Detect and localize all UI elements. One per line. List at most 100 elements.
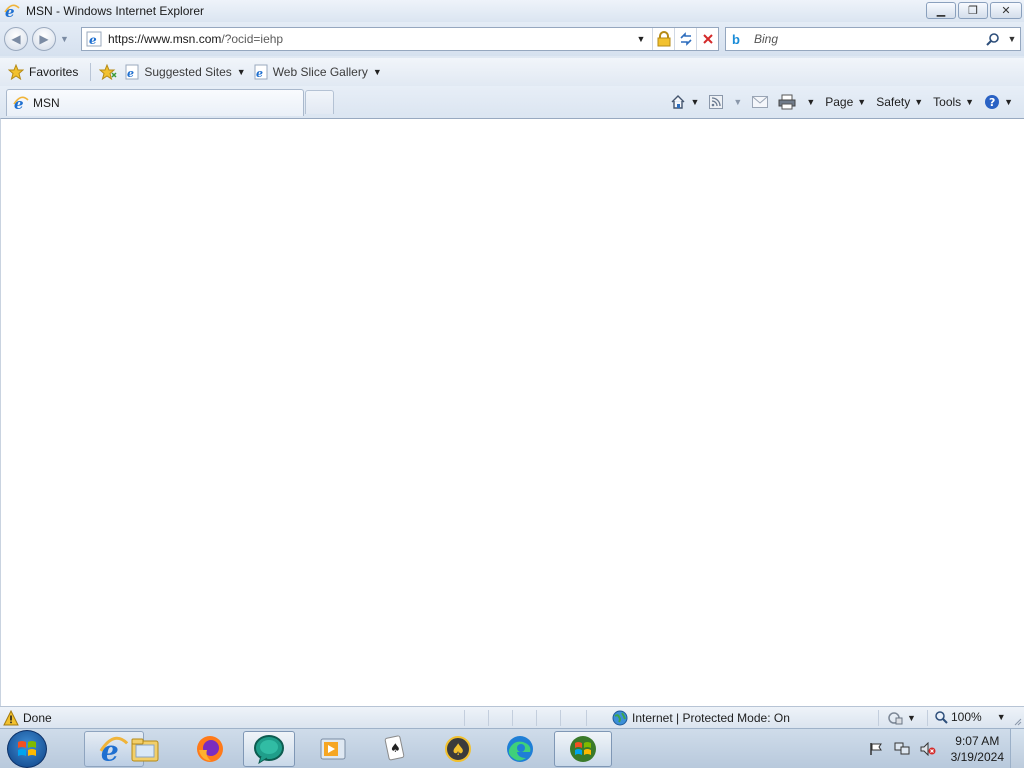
url-text[interactable]: https://www.msn.com/?ocid=iehp bbox=[108, 32, 630, 46]
rss-feed-icon bbox=[709, 95, 724, 109]
add-to-favorites-bar-button[interactable] bbox=[99, 64, 117, 80]
show-desktop-button[interactable] bbox=[1010, 729, 1024, 768]
command-bar: ▼ ▼ ▼ Page ▼ Safety ▼ Tools ▼ ? ▼ bbox=[667, 92, 1016, 112]
chevron-down-icon[interactable]: ▼ bbox=[733, 97, 742, 107]
security-zone[interactable]: Internet | Protected Mode: On bbox=[612, 710, 790, 726]
minimize-button[interactable]: ▁ bbox=[926, 2, 956, 19]
folder-icon bbox=[131, 738, 159, 762]
chevron-down-icon[interactable]: ▼ bbox=[690, 97, 699, 107]
forward-arrow-icon: ▶ bbox=[39, 32, 49, 46]
chevron-down-icon: ▼ bbox=[907, 713, 916, 723]
close-button[interactable]: ✕ bbox=[990, 2, 1022, 19]
tab-row: e MSN ▼ ▼ ▼ Page ▼ Safety ▼ Tools ▼ ? ▼ bbox=[0, 86, 1024, 118]
chevron-down-icon: ▼ bbox=[857, 97, 867, 107]
suggested-sites-link[interactable]: e Suggested Sites ▼ bbox=[125, 64, 246, 80]
back-button[interactable]: ◀ bbox=[4, 27, 28, 51]
search-input[interactable]: Bing bbox=[754, 32, 982, 46]
svg-text:e: e bbox=[89, 33, 97, 47]
web-slice-gallery-link[interactable]: e Web Slice Gallery ▼ bbox=[254, 64, 382, 80]
status-divider bbox=[586, 710, 587, 726]
taskbar-media-player[interactable] bbox=[305, 731, 361, 767]
restore-button[interactable]: ❐ bbox=[958, 2, 988, 19]
favorites-button[interactable]: Favorites bbox=[8, 64, 78, 80]
address-bar[interactable]: e https://www.msn.com/?ocid=iehp ▼ bbox=[81, 27, 719, 51]
feeds-button[interactable]: ▼ bbox=[706, 92, 745, 112]
security-lock-button[interactable] bbox=[652, 28, 674, 50]
clock-date: 3/19/2024 bbox=[950, 750, 1004, 764]
safety-menu[interactable]: Safety ▼ bbox=[873, 92, 926, 112]
taskbar-firefox[interactable] bbox=[182, 731, 238, 767]
spade-card-icon: ♠ bbox=[445, 736, 471, 762]
page-menu[interactable]: Page ▼ bbox=[822, 92, 869, 112]
search-button[interactable] bbox=[982, 32, 1004, 46]
protected-mode-icon bbox=[888, 712, 903, 725]
help-button[interactable]: ? ▼ bbox=[981, 92, 1016, 112]
refresh-icon bbox=[679, 32, 692, 46]
chevron-down-icon: ▼ bbox=[236, 67, 246, 77]
minimize-icon: ▁ bbox=[936, 5, 946, 17]
edge-icon bbox=[507, 736, 533, 762]
home-button[interactable]: ▼ bbox=[667, 92, 702, 112]
windows-orb-icon bbox=[570, 736, 596, 762]
taskbar-clock[interactable]: 9:07 AM 3/19/2024 bbox=[951, 733, 1004, 765]
mail-icon bbox=[752, 96, 769, 108]
taskbar-windows-explorer[interactable] bbox=[120, 731, 170, 767]
network-icon[interactable] bbox=[893, 740, 911, 758]
chevron-down-icon: ▼ bbox=[372, 67, 382, 77]
page-ie-icon: e bbox=[86, 31, 102, 47]
globe-icon bbox=[612, 710, 628, 726]
taskbar: e ♠ ♠ 9:07 AM 3/19/2024 bbox=[0, 728, 1024, 768]
volume-muted-icon[interactable] bbox=[919, 740, 937, 758]
stop-button[interactable] bbox=[696, 28, 718, 50]
print-button[interactable]: ▼ bbox=[775, 92, 818, 112]
svg-text:e: e bbox=[127, 67, 134, 80]
status-divider bbox=[927, 710, 928, 726]
taskbar-solitaire[interactable]: ♠ bbox=[367, 731, 423, 767]
zoom-control[interactable]: 100% ▼ bbox=[934, 710, 1006, 724]
ie-page-icon: e bbox=[125, 64, 139, 80]
favorites-star-icon bbox=[8, 64, 24, 80]
zoom-level: 100% bbox=[951, 710, 982, 724]
printer-icon bbox=[778, 94, 796, 110]
action-center-flag-icon[interactable] bbox=[867, 740, 885, 758]
warning-icon[interactable] bbox=[3, 709, 19, 726]
resize-grip-icon[interactable] bbox=[1012, 716, 1022, 726]
svg-text:♠: ♠ bbox=[451, 740, 465, 759]
taskbar-windows-app[interactable] bbox=[554, 731, 612, 767]
taskbar-active-app[interactable] bbox=[243, 731, 295, 767]
refresh-button[interactable] bbox=[674, 28, 696, 50]
page-content[interactable] bbox=[0, 118, 1024, 706]
windows-logo-icon bbox=[18, 741, 36, 756]
tools-menu[interactable]: Tools ▼ bbox=[930, 92, 977, 112]
firefox-icon bbox=[197, 736, 223, 762]
title-bar: e MSN - Windows Internet Explorer ▁ ❐ ✕ bbox=[0, 0, 1024, 22]
taskbar-spider-solitaire[interactable]: ♠ bbox=[430, 731, 486, 767]
svg-text:♠: ♠ bbox=[390, 741, 401, 755]
chevron-down-icon: ▼ bbox=[996, 712, 1006, 722]
magnifier-icon bbox=[986, 33, 999, 46]
svg-text:e: e bbox=[256, 67, 263, 80]
web-slice-gallery-label: Web Slice Gallery bbox=[272, 65, 368, 79]
status-divider bbox=[536, 710, 537, 726]
status-bar: Done Internet | Protected Mode: On ▼ 100… bbox=[0, 706, 1024, 728]
forward-button[interactable]: ▶ bbox=[32, 27, 56, 51]
start-button[interactable] bbox=[7, 730, 47, 768]
chevron-down-icon[interactable]: ▼ bbox=[806, 97, 815, 107]
status-divider bbox=[464, 710, 465, 726]
ie-page-icon: e bbox=[254, 64, 268, 80]
safety-menu-label: Safety bbox=[876, 95, 911, 109]
new-tab-button[interactable] bbox=[305, 90, 334, 114]
status-divider bbox=[560, 710, 561, 726]
search-box[interactable]: b Bing ▼ bbox=[725, 27, 1021, 51]
protected-mode-button[interactable]: ▼ bbox=[887, 710, 916, 726]
recent-pages-dropdown[interactable]: ▼ bbox=[60, 34, 69, 44]
page-menu-label: Page bbox=[825, 95, 854, 109]
chevron-down-icon: ▼ bbox=[914, 97, 924, 107]
read-mail-button[interactable] bbox=[749, 92, 771, 112]
tab-msn[interactable]: e MSN bbox=[6, 89, 304, 116]
back-arrow-icon: ◀ bbox=[11, 32, 21, 46]
svg-text:?: ? bbox=[989, 96, 995, 109]
address-dropdown[interactable]: ▼ bbox=[630, 28, 652, 50]
search-options-dropdown[interactable]: ▼ bbox=[1004, 34, 1020, 44]
taskbar-edge[interactable] bbox=[492, 731, 548, 767]
